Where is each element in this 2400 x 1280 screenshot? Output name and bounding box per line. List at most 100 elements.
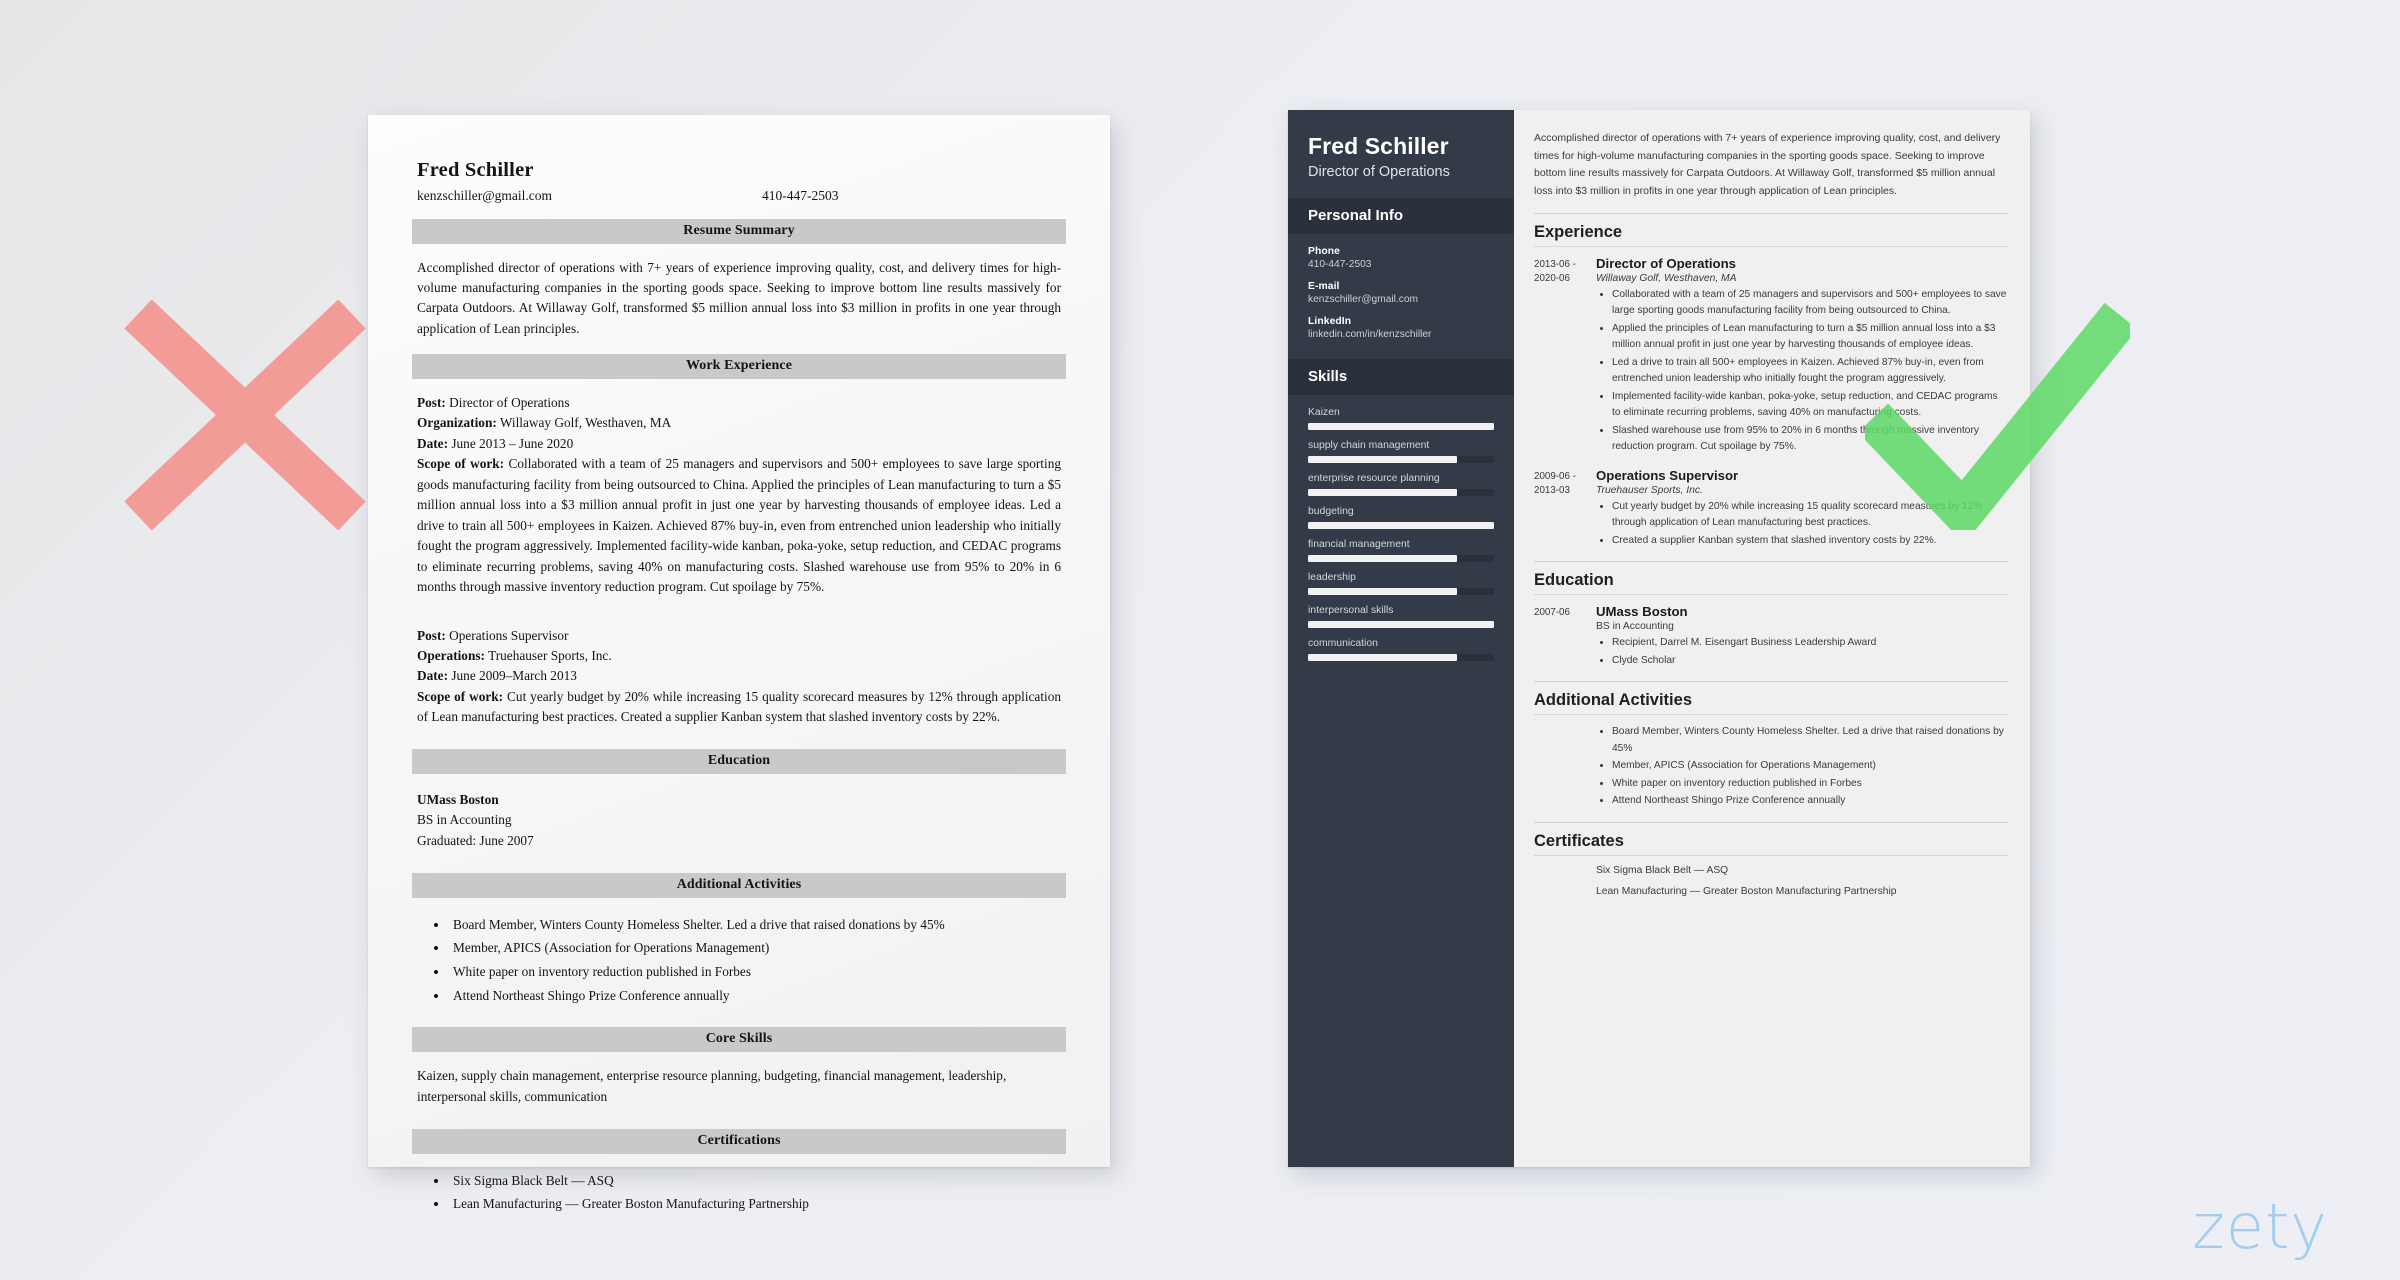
skill-row: financial management: [1308, 539, 1494, 563]
bad-resume-name: Fred Schiller: [417, 159, 534, 181]
good-resume-document: Fred Schiller Director of Operations Per…: [1288, 110, 2030, 1167]
skill-bar: [1308, 522, 1494, 530]
experience-entry: 2009-06 - 2013-03 Operations Supervisor …: [1534, 468, 2008, 551]
list-item: Clyde Scholar: [1612, 653, 2008, 670]
good-section-certificates: Certificates Six Sigma Black Belt — ASQ …: [1534, 821, 2008, 897]
entry-date: 2013-06 - 2020-06: [1534, 258, 1576, 285]
entry-bullets: Recipient, Darrel M. Eisengart Business …: [1596, 635, 2008, 669]
entry-bullets: Cut yearly budget by 20% while increasin…: [1596, 499, 2008, 550]
list-item: Collaborated with a team of 25 managers …: [1612, 287, 2008, 320]
bad-job-post-line: Post: Director of Operations: [417, 393, 1061, 413]
contact-label: Phone: [1308, 246, 1340, 258]
bad-job-date-value: June 2013 – June 2020: [451, 435, 574, 451]
entry-body: Director of Operations Willaway Golf, We…: [1596, 256, 2008, 457]
list-item: Applied the principles of Lean manufactu…: [1612, 321, 2008, 354]
certificate-item: Six Sigma Black Belt — ASQ: [1596, 864, 1729, 876]
contact-label: E-mail: [1308, 281, 1340, 293]
skill-bar-fill: [1308, 423, 1494, 431]
bad-job-scope-label: Scope of work:: [417, 688, 504, 704]
bad-job-org-line: Operations: Truehauser Sports, Inc.: [417, 646, 1061, 666]
list-item: Attend Northeast Shingo Prize Conference…: [449, 984, 1061, 1008]
activities-list: Board Member, Winters County Homeless Sh…: [1596, 724, 2008, 810]
bad-section-header-skills: Core Skills: [412, 1027, 1066, 1053]
list-item: Member, APICS (Association for Operation…: [1612, 758, 2008, 775]
skill-label: enterprise resource planning: [1308, 473, 1440, 485]
skill-label: supply chain management: [1308, 440, 1430, 452]
bad-job-org-line: Organization: Willaway Golf, Westhaven, …: [417, 413, 1061, 433]
list-item: Cut yearly budget by 20% while increasin…: [1612, 499, 2008, 532]
sidebar-header: Fred Schiller Director of Operations: [1288, 110, 1514, 198]
entry-body: Operations Supervisor Truehauser Sports,…: [1596, 468, 2008, 551]
bad-job-post-label: Post:: [417, 627, 446, 643]
x-stroke-b: [124, 300, 366, 530]
sidebar-section-personal-info: Personal Info: [1288, 198, 1514, 235]
entry-date: 2009-06 - 2013-03: [1534, 470, 1576, 497]
bad-education-entry: UMass Boston BS in Accounting Graduated:…: [417, 790, 1061, 852]
contact-value: kenzschiller@gmail.com: [1308, 294, 1418, 306]
bad-section-header-work: Work Experience: [412, 353, 1066, 379]
skill-bar-fill: [1308, 621, 1494, 629]
good-resume-sidebar: Fred Schiller Director of Operations Per…: [1288, 110, 1514, 1167]
skill-bar-fill: [1308, 489, 1457, 497]
list-item: Implemented facility-wide kanban, poka-y…: [1612, 389, 2008, 422]
skill-row: enterprise resource planning: [1308, 473, 1494, 497]
bad-job-scope-value: Collaborated with a team of 25 managers …: [417, 456, 1061, 595]
good-resume-job-title: Director of Operations: [1308, 164, 1450, 181]
bad-job-org-value: Truehauser Sports, Inc.: [488, 647, 612, 663]
bad-job-entry: Post: Operations Supervisor Operations: …: [417, 626, 1061, 728]
bad-education-school: UMass Boston: [417, 791, 499, 807]
bad-section-header-certifications: Certifications: [412, 1128, 1066, 1154]
entry-role: Director of Operations: [1596, 255, 1736, 271]
skill-bar: [1308, 654, 1494, 662]
bad-section-header-education: Education: [412, 748, 1066, 774]
list-item: Attend Northeast Shingo Prize Conference…: [1612, 793, 2008, 810]
bad-job-spacer: [412, 598, 1066, 613]
bad-education-degree: BS in Accounting: [417, 812, 512, 828]
skill-row: interpersonal skills: [1308, 605, 1494, 629]
sidebar-section-skills: Skills: [1288, 359, 1514, 396]
entry-role: Operations Supervisor: [1596, 467, 1739, 483]
skill-bar-fill: [1308, 555, 1457, 563]
list-item: Created a supplier Kanban system that sl…: [1612, 533, 2008, 550]
list-item: White paper on inventory reduction publi…: [449, 960, 1061, 984]
skill-row: leadership: [1308, 572, 1494, 596]
skill-bar-fill: [1308, 654, 1457, 662]
entry-degree: BS in Accounting: [1596, 621, 1674, 633]
section-divider: [1534, 594, 2008, 596]
x-stroke-a: [124, 300, 366, 530]
bad-job-scope-line: Scope of work: Cut yearly budget by 20% …: [417, 687, 1061, 728]
list-item: Recipient, Darrel M. Eisengart Business …: [1612, 635, 2008, 652]
bad-job-post-line: Post: Operations Supervisor: [417, 626, 1061, 646]
skill-row: supply chain management: [1308, 440, 1494, 464]
entry-bullets: Collaborated with a team of 25 managers …: [1596, 287, 2008, 456]
list-item: Led a drive to train all 500+ employees …: [1612, 355, 2008, 388]
entry-body: UMass Boston BS in Accounting Recipient,…: [1596, 604, 2008, 670]
bad-job-org-value: Willaway Golf, Westhaven, MA: [499, 415, 672, 431]
section-divider: [1534, 854, 2008, 856]
bad-job-post-value: Operations Supervisor: [449, 627, 569, 643]
good-section-experience: Experience 2013-06 - 2020-06 Director of…: [1534, 212, 2008, 551]
bad-resume-summary-text: Accomplished director of operations with…: [417, 260, 1061, 336]
bad-resume-contact-row: kenzschiller@gmail.com 410-447-2503: [417, 188, 1066, 204]
contact-label: LinkedIn: [1308, 316, 1352, 328]
bad-section-header-summary: Resume Summary: [412, 219, 1066, 244]
bad-resume-phone: 410-447-2503: [762, 188, 839, 203]
bad-certifications-list: Six Sigma Black Belt — ASQ Lean Manufact…: [417, 1169, 1061, 1216]
list-item: Slashed warehouse use from 95% to 20% in…: [1612, 423, 2008, 456]
sidebar-personal-info-body: Phone 410-447-2503 E-mail kenzschiller@g…: [1288, 234, 1514, 359]
contact-value: linkedin.com/in/kenzschiller: [1308, 329, 1432, 341]
bad-job-post-value: Director of Operations: [449, 394, 570, 410]
skill-bar: [1308, 489, 1494, 497]
bad-job-date-line: Date: June 2013 – June 2020: [417, 434, 1061, 454]
bad-job-scope-label: Scope of work:: [417, 456, 505, 472]
bad-job-scope-line: Scope of work: Collaborated with a team …: [417, 454, 1061, 597]
skill-bar: [1308, 588, 1494, 596]
contact-field-linkedin: LinkedIn linkedin.com/in/kenzschiller: [1308, 316, 1494, 340]
entry-org: Willaway Golf, Westhaven, MA: [1596, 272, 1737, 284]
skill-bar: [1308, 456, 1494, 464]
bad-education-graduated: Graduated: June 2007: [417, 833, 534, 849]
list-item: Six Sigma Black Belt — ASQ: [449, 1169, 1061, 1193]
contact-value: 410-447-2503: [1308, 259, 1372, 271]
experience-entry: 2013-06 - 2020-06 Director of Operations…: [1534, 256, 2008, 457]
entry-school: UMass Boston: [1596, 604, 1688, 620]
